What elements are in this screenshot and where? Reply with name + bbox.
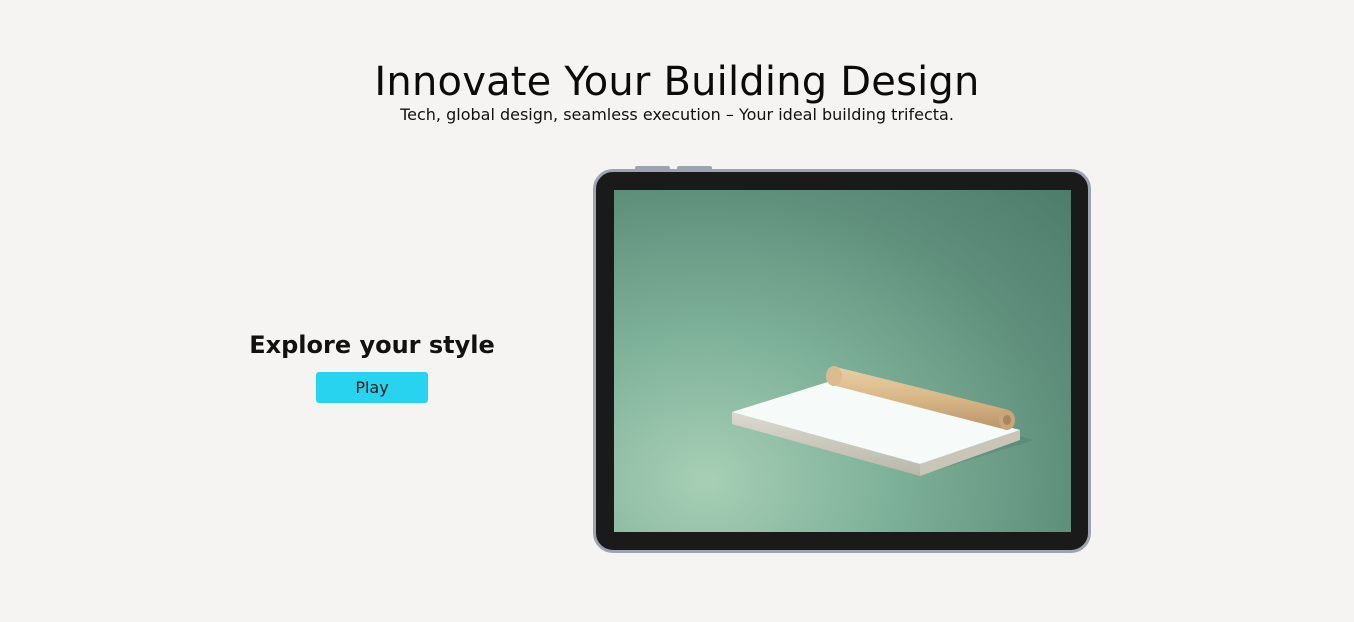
hero-subtitle: Tech, global design, seamless execution … bbox=[400, 105, 954, 124]
explore-heading-strong: Explore bbox=[249, 331, 352, 359]
play-button[interactable]: Play bbox=[316, 372, 428, 403]
landing-page: Innovate Your Building Design Tech, glob… bbox=[0, 0, 1354, 622]
hero-title: Innovate Your Building Design bbox=[374, 59, 980, 105]
explore-section: Explore your style Play bbox=[242, 328, 502, 403]
tablet-frame bbox=[593, 169, 1091, 553]
tablet-screen[interactable] bbox=[614, 190, 1071, 532]
explore-heading: Explore your style bbox=[242, 328, 502, 362]
explore-heading-rest: your style bbox=[351, 331, 495, 359]
paper-roll-illustration bbox=[732, 366, 1034, 476]
